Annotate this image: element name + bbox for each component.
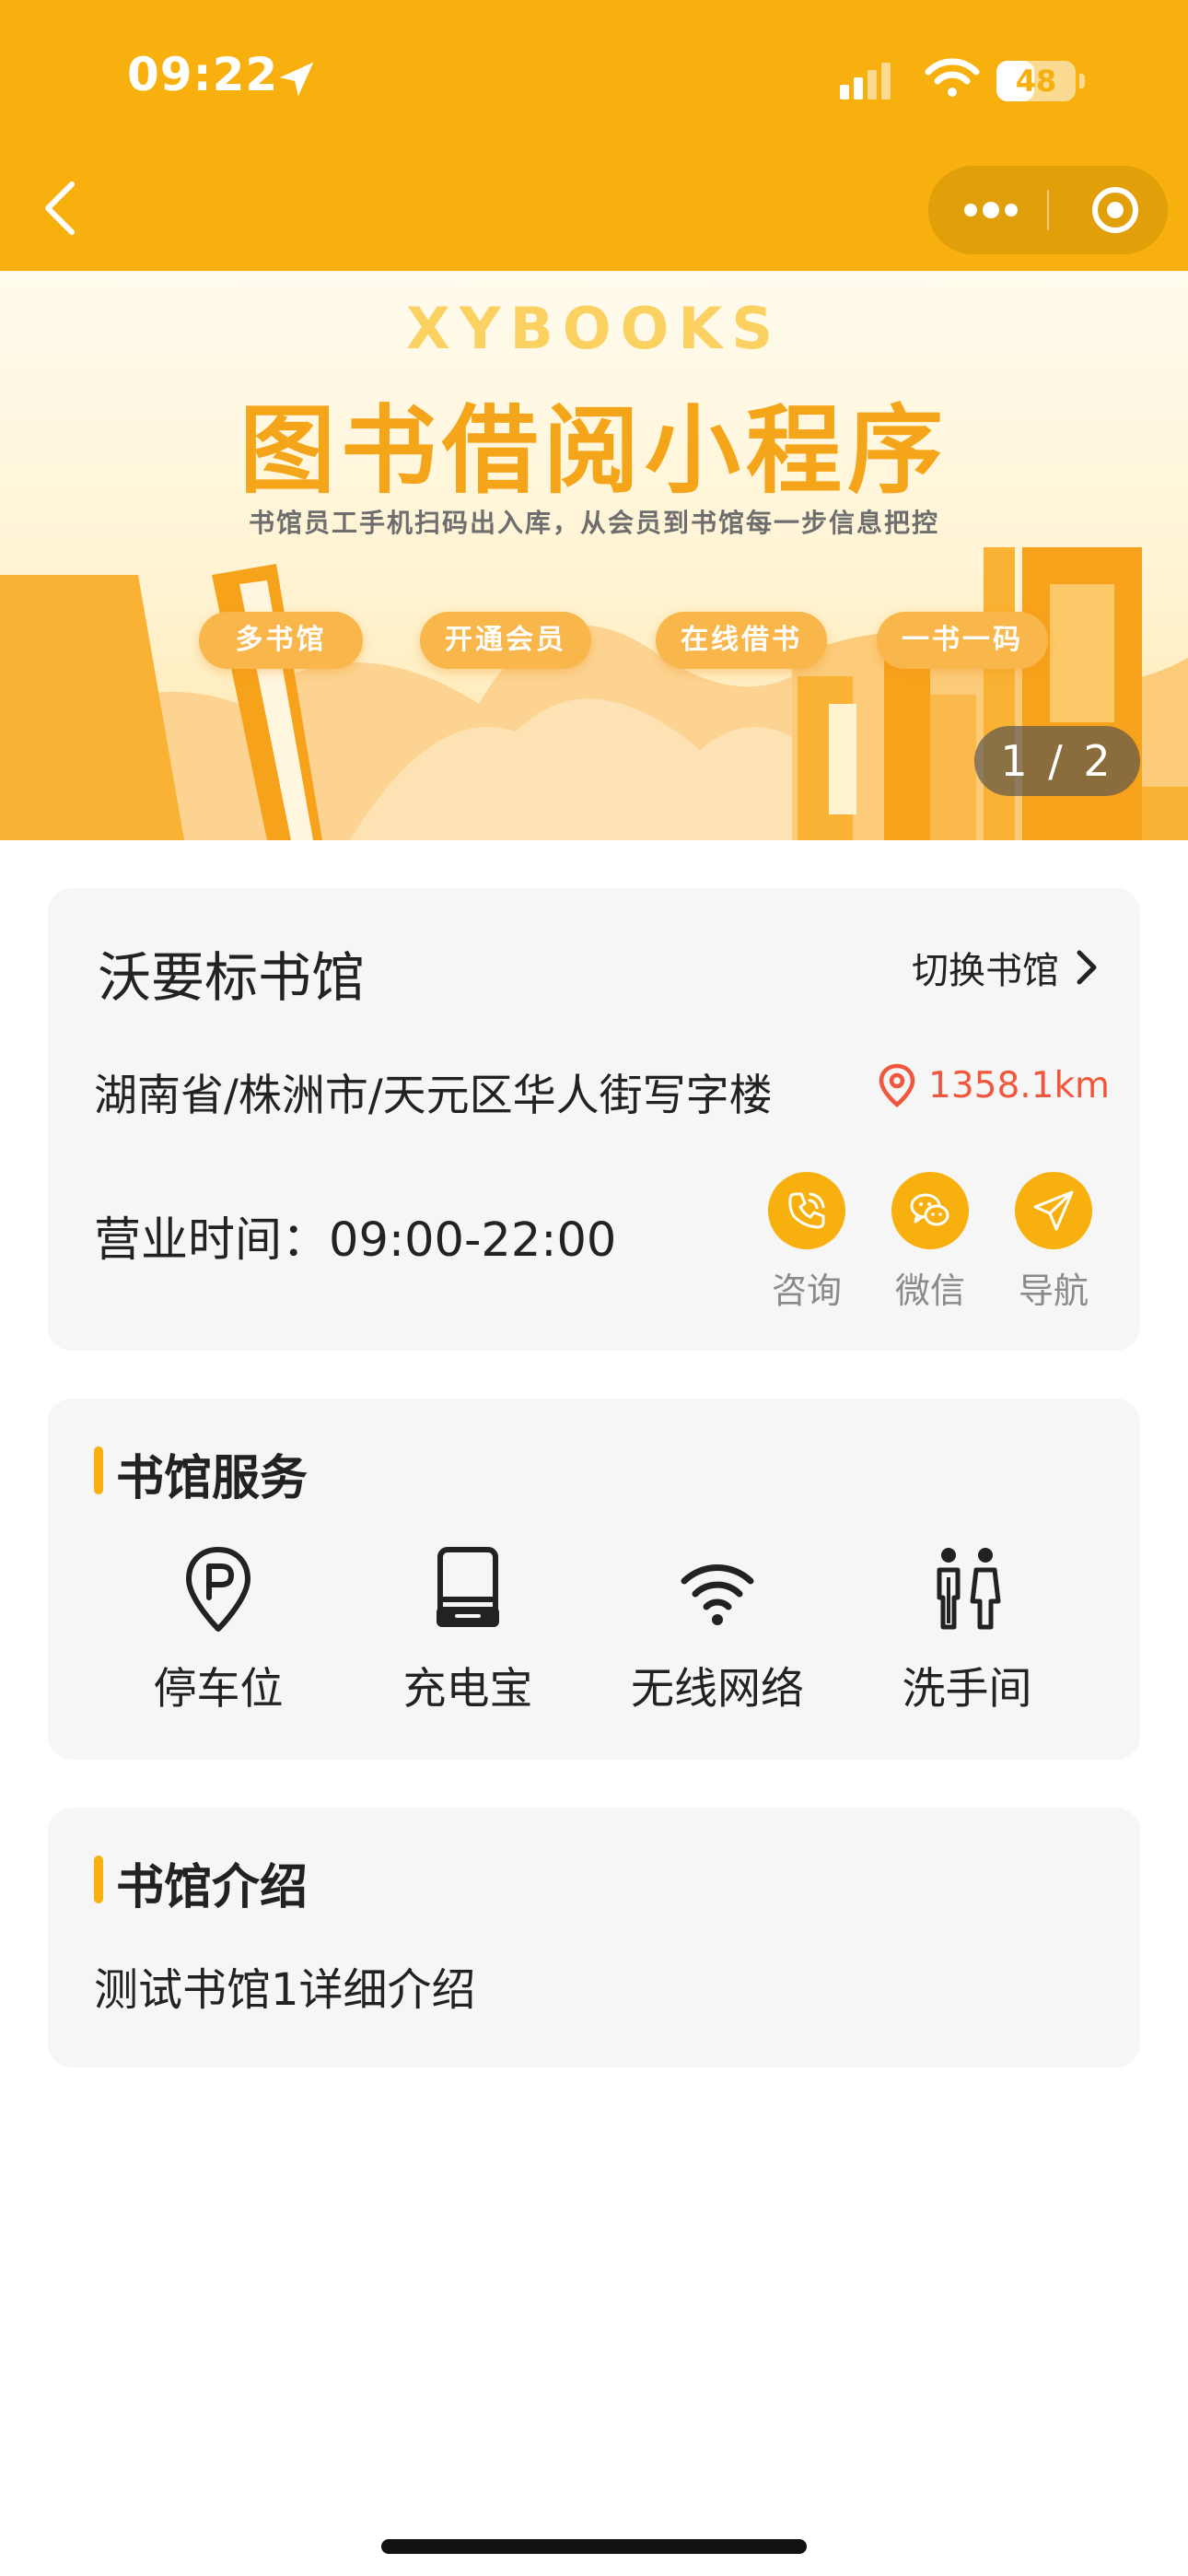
chevron-right-icon (1077, 950, 1097, 985)
service-label: 无线网络 (631, 1664, 804, 1715)
battery-percent: 48 (1015, 64, 1057, 99)
restroom-icon (937, 1548, 1001, 1630)
status-time: 09:22 (127, 48, 279, 101)
battery-tip (1079, 74, 1085, 88)
services-title: 书馆服务 (116, 1451, 309, 1506)
section-accent-bar (94, 1446, 103, 1494)
consult-button[interactable]: 咨询 (756, 1172, 857, 1311)
service-label: 洗手间 (902, 1664, 1032, 1715)
wifi-icon (681, 1564, 754, 1625)
home-indicator (381, 2539, 807, 2554)
phone-icon (788, 1192, 825, 1229)
navigation-header: 09:22 48 (0, 0, 1188, 271)
service-power-bank: 充电宝 (357, 1544, 578, 1728)
opening-hours: 营业时间：09:00-22:00 (94, 1213, 617, 1268)
banner-tag: 在线借书 (656, 612, 827, 669)
navigation-circle (1015, 1172, 1092, 1249)
navigation-button[interactable]: 导航 (1003, 1172, 1104, 1311)
promo-banner-carousel[interactable]: XYBOOKS 图书借阅小程序 书馆员工手机扫码出入库，从会员到书馆每一步信息把… (0, 271, 1188, 840)
navigation-label: 导航 (1018, 1270, 1089, 1311)
banner-title: 图书借阅小程序 (239, 394, 949, 507)
banner-tag: 多书馆 (199, 612, 363, 669)
consult-circle (768, 1172, 845, 1249)
wechat-icon (910, 1193, 949, 1226)
battery-indicator: 48 (996, 61, 1076, 101)
wifi-status-icon (925, 58, 980, 97)
banner-brand: XYBOOKS (405, 295, 783, 362)
target-close-icon (1092, 187, 1138, 233)
location-pin-icon (879, 1063, 915, 1107)
service-label: 充电宝 (402, 1664, 533, 1715)
navigation-icon (1033, 1190, 1074, 1231)
wechat-circle (891, 1172, 969, 1249)
service-wifi: 无线网络 (607, 1544, 828, 1728)
consult-label: 咨询 (771, 1270, 842, 1311)
library-name: 沃要标书馆 (98, 946, 366, 1009)
close-miniprogram-button[interactable] (1049, 166, 1168, 254)
library-address: 湖南省/株洲市/天元区华人街写字楼 (94, 1071, 773, 1121)
service-restroom: 洗手间 (856, 1544, 1077, 1728)
intro-title: 书馆介绍 (116, 1860, 309, 1915)
cellular-signal-icon (840, 63, 891, 100)
library-info-card: 沃要标书馆 切换书馆 湖南省/株洲市/天元区华人街写字楼 1358.1km 营业… (48, 888, 1140, 1351)
switch-library-label: 切换书馆 (912, 950, 1059, 992)
banner-subtitle: 书馆员工手机扫码出入库，从会员到书馆每一步信息把控 (248, 508, 939, 538)
switch-library-link[interactable]: 切换书馆 (912, 940, 1100, 995)
more-menu-button[interactable] (928, 166, 1048, 254)
carousel-pager: 1 / 2 (974, 726, 1140, 796)
wechat-button[interactable]: 微信 (879, 1172, 981, 1311)
library-services-card: 书馆服务 停车位 充电宝 无线网络 洗手间 (48, 1399, 1140, 1760)
library-intro-card: 书馆介绍 测试书馆1详细介绍 (48, 1808, 1140, 2067)
more-dots-icon (964, 202, 1018, 218)
section-accent-bar (94, 1856, 103, 1903)
power-bank-icon (437, 1547, 499, 1627)
back-button[interactable] (37, 177, 85, 240)
banner-tag: 开通会员 (420, 612, 591, 669)
distance-value: 1358.1km (928, 1064, 1111, 1107)
miniprogram-capsule (928, 166, 1168, 254)
intro-text: 测试书馆1详细介绍 (94, 1964, 476, 2016)
parking-icon (186, 1547, 250, 1632)
wechat-label: 微信 (894, 1270, 965, 1311)
location-arrow-icon (279, 62, 314, 97)
library-distance: 1358.1km (877, 1058, 1110, 1113)
service-parking: 停车位 (108, 1544, 329, 1728)
service-label: 停车位 (153, 1664, 284, 1715)
banner-tag: 一书一码 (877, 612, 1048, 669)
